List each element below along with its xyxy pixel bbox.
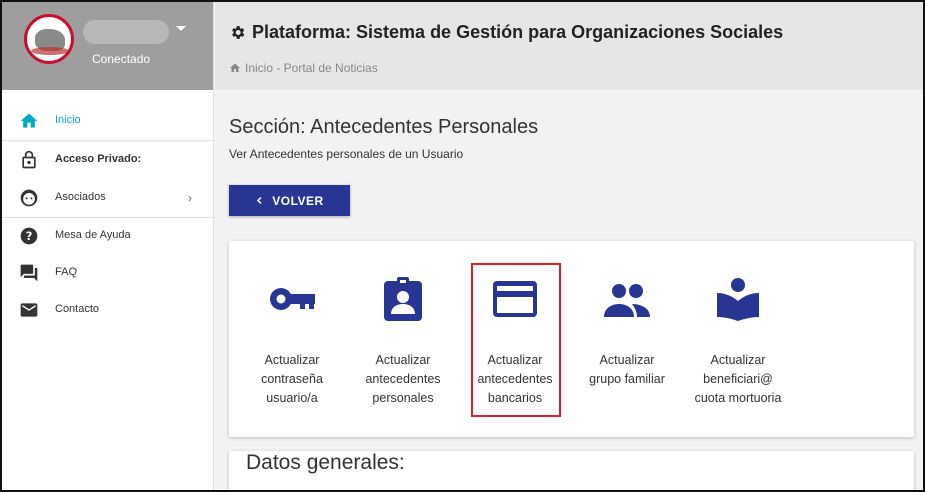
action-label: Actualizar antecedentes personales [365,353,441,405]
chevron-right-icon: › [188,191,192,205]
update-personal-info-action[interactable]: Actualizar antecedentes personales [348,241,458,437]
gear-icon [232,26,245,39]
sidebar-item-label: Mesa de Ayuda [55,229,131,241]
home-icon [20,113,38,128]
mail-icon [20,303,38,317]
lock-icon [22,150,36,169]
general-data-card: Datos generales: [229,451,914,490]
action-label: Actualizar beneficiari@ cuota mortuoria [694,353,782,405]
book-reader-icon [717,278,759,321]
sidebar-item-label: FAQ [55,266,78,278]
breadcrumb[interactable]: Inicio - Portal de Noticias [229,61,378,75]
avatar [24,14,74,64]
help-icon: ? [20,227,38,245]
page-title: Plataforma: Sistema de Gestión para Orga… [229,22,783,43]
people-icon [604,284,650,317]
update-password-action[interactable]: Actualizar contraseña usuario/a [237,241,347,437]
actions-card: Actualizar contraseña usuario/a Actualiz… [229,241,914,437]
general-data-title: Datos generales: [246,451,405,474]
section-title: Sección: Antecedentes Personales [229,116,539,138]
sidebar-item-label: Contacto [55,303,100,315]
sidebar-item-contacto[interactable]: Contacto [2,291,214,329]
key-icon [270,288,315,310]
face-icon [20,189,38,207]
breadcrumb-text: Inicio - Portal de Noticias [245,61,378,75]
update-beneficiary-action[interactable]: Actualizar beneficiari@ cuota mortuoria [683,241,793,437]
profile-panel: Conectado [2,2,213,90]
sidebar-item-asociados[interactable]: Asociados › [2,179,214,217]
sidebar-item-inicio[interactable]: Inicio [2,102,214,140]
sidebar: Conectado Inicio Acceso Privado: Asociad… [2,2,214,490]
section-subtitle: Ver Antecedentes personales de un Usuari… [229,147,464,161]
forum-icon [20,264,38,282]
highlight-box [471,263,561,417]
app-frame: Conectado Inicio Acceso Privado: Asociad… [0,0,925,492]
sidebar-item-label: Inicio [55,114,81,126]
action-label: Actualizar grupo familiar [589,353,665,386]
home-icon [230,63,240,72]
action-label: Actualizar contraseña usuario/a [261,353,323,405]
page-header: Plataforma: Sistema de Gestión para Orga… [215,2,923,90]
sidebar-item-faq[interactable]: FAQ [2,254,214,292]
sidebar-item-label: Acceso Privado: [55,153,142,165]
update-family-group-action[interactable]: Actualizar grupo familiar [572,241,682,437]
dropdown-caret-icon[interactable] [176,26,186,31]
back-button[interactable]: VOLVER [229,185,350,216]
svg-text:?: ? [26,229,33,243]
connection-status: Conectado [92,52,151,66]
sidebar-item-acceso-privado: Acceso Privado: [2,141,214,179]
badge-icon [384,277,422,321]
chevron-left-icon [257,196,262,205]
sidebar-item-mesa-de-ayuda[interactable]: ? Mesa de Ayuda [2,217,214,255]
username-redacted[interactable] [83,20,169,44]
sidebar-item-label: Asociados [55,191,106,203]
back-button-label: VOLVER [272,193,324,208]
page-title-text: Plataforma: Sistema de Gestión para Orga… [252,22,784,42]
